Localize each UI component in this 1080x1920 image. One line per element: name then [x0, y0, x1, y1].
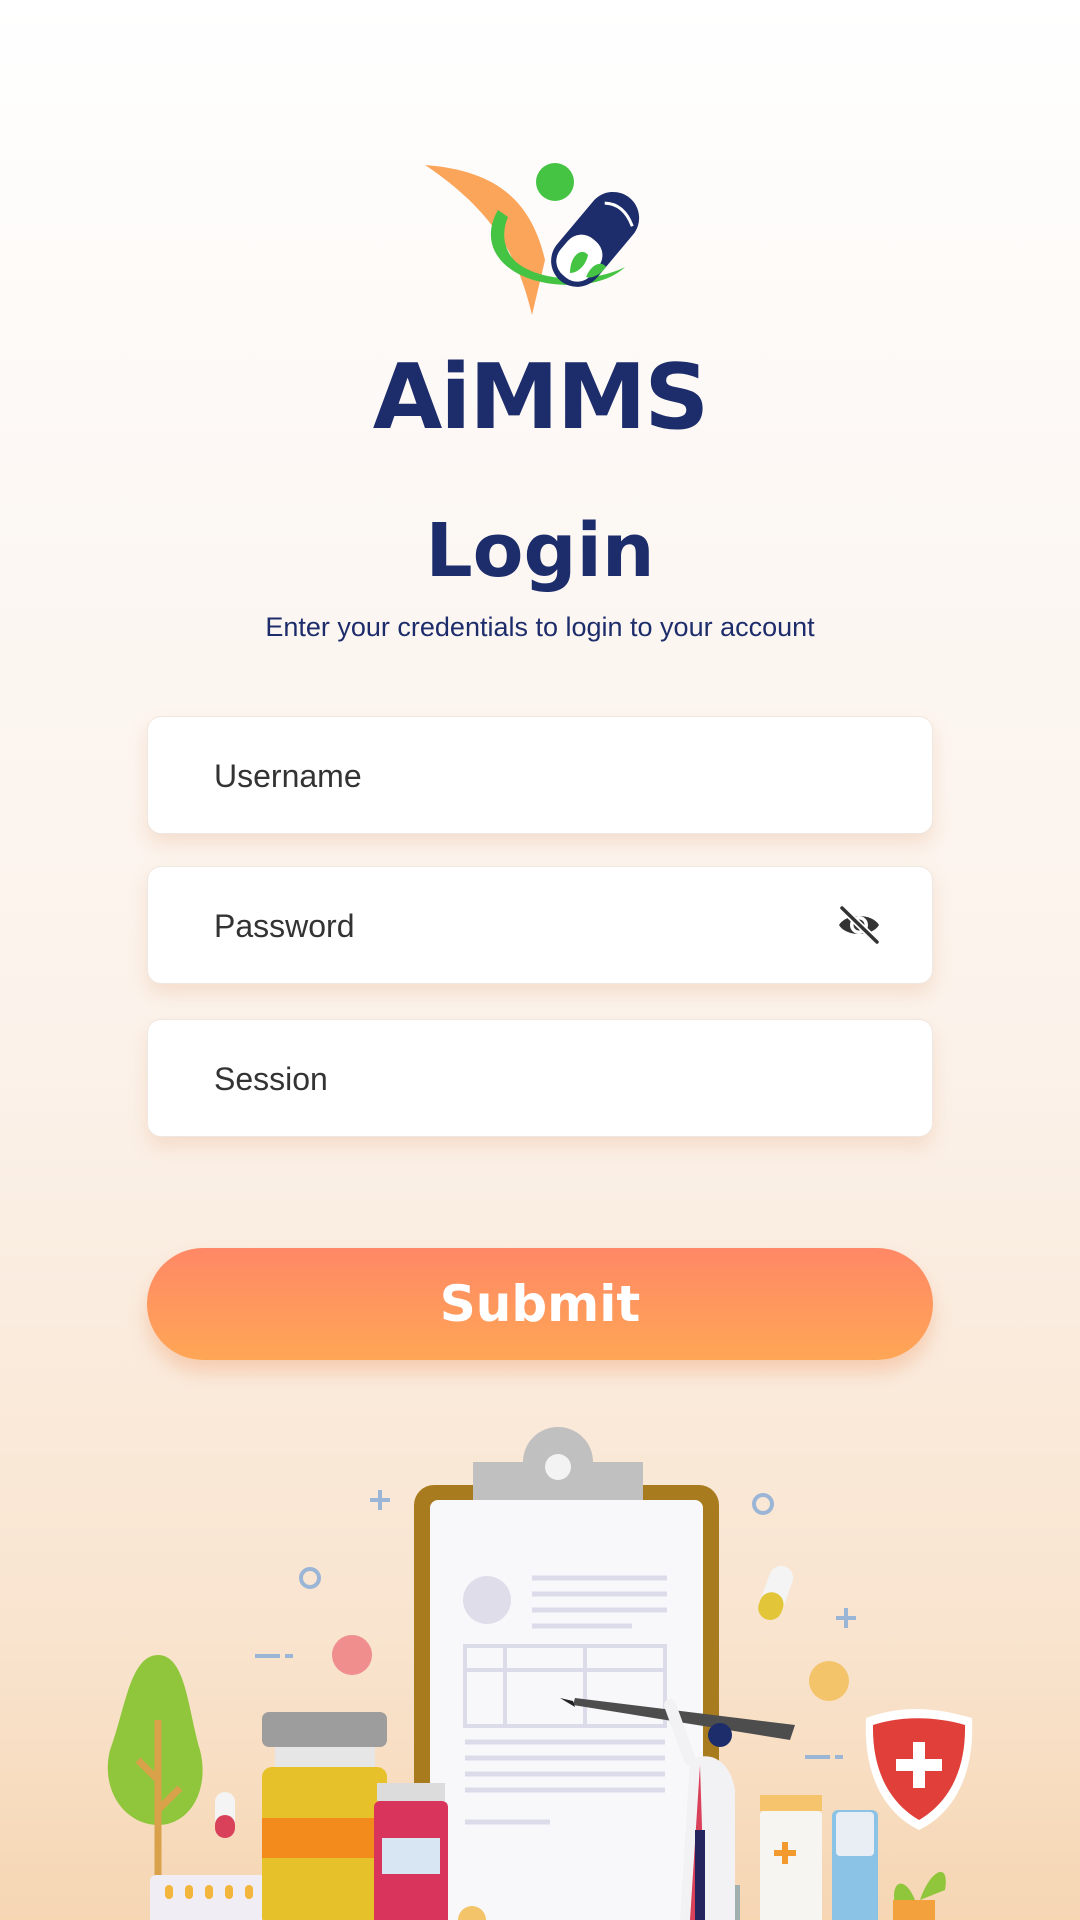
submit-button[interactable]: Submit: [147, 1248, 933, 1360]
username-field-container: [147, 716, 933, 835]
password-field-container: [147, 866, 933, 985]
medicine-bottle-icon: [374, 1783, 448, 1920]
plus-icon: [836, 1608, 856, 1628]
username-input[interactable]: [212, 717, 816, 835]
aimms-logo: [425, 163, 640, 315]
plus-icon: [370, 1490, 390, 1510]
medical-illustration: [107, 1427, 973, 1920]
pill-icon: [215, 1792, 235, 1838]
session-input[interactable]: [212, 1020, 816, 1138]
app-name: AiMMS: [372, 345, 709, 450]
page-subtitle: Enter your credentials to login to your …: [265, 612, 815, 642]
session-field-container: [147, 1019, 933, 1138]
medicine-bottle-icon: [262, 1712, 387, 1920]
shield-cross-icon: [865, 1709, 973, 1830]
medicine-bottle-icon: [760, 1795, 878, 1920]
pill-icon: [758, 1565, 794, 1620]
eye-off-icon[interactable]: [836, 905, 882, 945]
clipboard-icon: [414, 1427, 719, 1920]
page-title: Login: [425, 508, 655, 594]
password-input[interactable]: [212, 867, 816, 985]
